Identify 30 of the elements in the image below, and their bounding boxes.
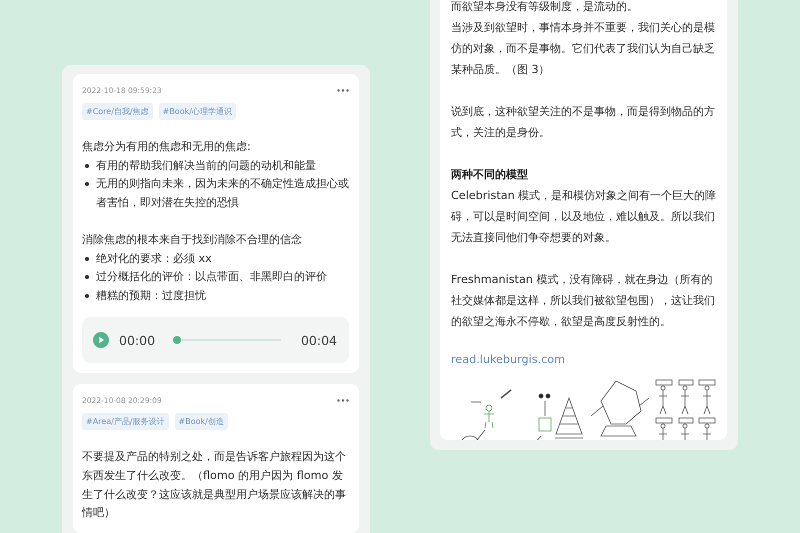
tag-chip[interactable]: #Area/产品/服务设计 (82, 413, 169, 430)
paragraph-text: 不要提及产品的特别之处，而是告诉客户旅程因为这个东西发生了什么改变。（flomo 的用户因为 flomo 发生了什么改变？这应该就是典型用户场景应该解决的事情吧） (82, 449, 347, 522)
paragraph-text: Celebristan 模式，是和模仿对象之间有一个巨大的障碍，可以是时间空间，以及地位，难以触及。所以我们无法直接同他们争夺想要的对象。 (451, 188, 718, 246)
paragraph-text: 而欲望本身没有等级制度，是流动的。 (451, 0, 639, 15)
bullet-icon (85, 182, 89, 186)
tag-chip[interactable]: #Core/自我/焦虑 (82, 103, 153, 120)
bullet-icon (85, 164, 89, 168)
bullet-text: 绝对化的要求：必须 xx (96, 250, 212, 267)
tag-chip[interactable]: #Book/心理学通识 (158, 103, 236, 120)
paragraph-text: 消除焦虑的根本来自于找到消除不合理的信念 (82, 232, 303, 248)
bullet-icon (85, 256, 89, 261)
bullet-icon (85, 294, 89, 298)
tag-chip[interactable]: #Book/创造 (174, 413, 228, 430)
source-link[interactable]: read.lukeburgis.com (451, 353, 565, 366)
paragraph-text: 当涉及到欲望时，事情本身并不重要，我们关心的是模仿的对象，而不是事物。它们代表了我们认为自己缺乏某种品质。（图 3） (451, 20, 716, 78)
play-icon[interactable] (93, 332, 109, 348)
paragraph-text: 说到底，这种欲望关注的不是事物，而是得到物品的方式，关注的是身份。 (451, 104, 716, 141)
bullet-text: 无用的则指向未来，因为未来的不确定性造成担心或者害怕，即对潜在失控的恐惧 (96, 176, 350, 211)
paragraph-text: Freshmanistan 模式，没有障碍，就在身边（所有的社交媒体都是这样，所以我们被欲望包围），这让我们的欲望之海永不停歇，欲望是高度反射性的。 (451, 272, 716, 330)
more-icon[interactable] (337, 399, 349, 402)
more-icon[interactable] (337, 89, 349, 92)
bullet-text: 糟糕的预期：过度担忧 (96, 288, 206, 304)
bullet-text: 有用的帮助我们解决当前的问题的动机和能量 (96, 158, 316, 174)
current-time: 00:00 (119, 332, 156, 348)
progress-thumb[interactable] (173, 336, 182, 344)
duration-time: 00:04 (300, 332, 337, 348)
paragraph-text: 焦虑分为有用的焦虑和无用的焦虑: (82, 139, 252, 155)
section-heading: 两种不同的模型 (451, 167, 529, 183)
bullet-text: 过分概括化的评价：以点带面、非黑即白的评价 (96, 269, 327, 286)
bullet-icon (85, 275, 89, 280)
